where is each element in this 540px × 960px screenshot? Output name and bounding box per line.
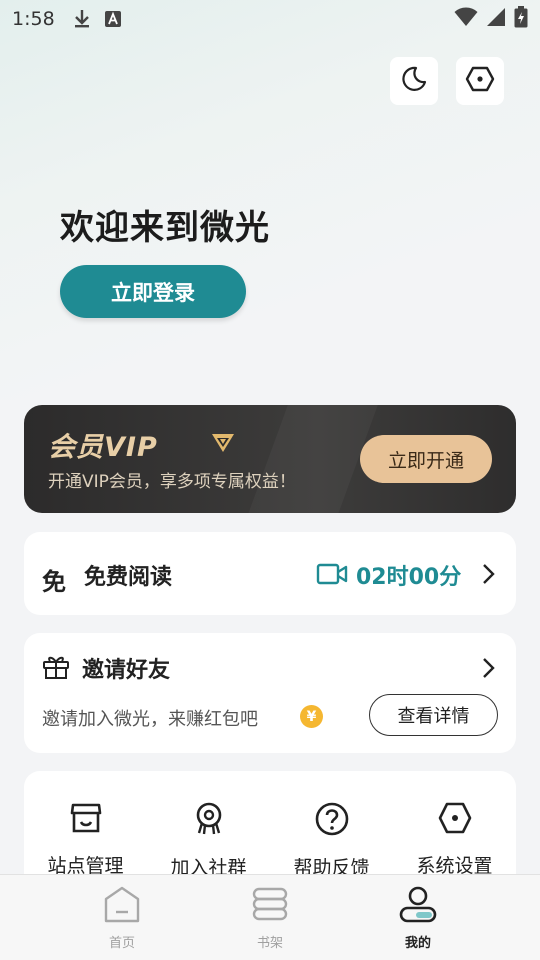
dark-mode-button[interactable] xyxy=(390,57,438,105)
view-details-button[interactable]: 查看详情 xyxy=(369,694,498,736)
vip-card[interactable]: 会员VIP 开通VIP会员，享多项专属权益！ 立即开通 xyxy=(24,405,516,513)
gift-icon xyxy=(42,654,70,684)
invite-title: 邀请好友 xyxy=(82,658,171,683)
signal-icon xyxy=(486,7,506,32)
vip-subtitle: 开通VIP会员，享多项专属权益！ xyxy=(48,472,296,492)
diamond-icon xyxy=(210,432,236,458)
profile-icon xyxy=(398,885,438,929)
invite-subtitle: 邀请加入微光，来赚红包吧 xyxy=(42,709,258,730)
font-app-icon xyxy=(104,11,121,27)
coin-icon: ¥ xyxy=(300,705,323,728)
moon-icon xyxy=(400,65,428,97)
status-time: 1:58 xyxy=(12,8,55,30)
wifi-icon xyxy=(454,7,478,32)
bottom-navigation: 首页 书架 我的 xyxy=(0,874,540,960)
invite-card[interactable]: 邀请好友 邀请加入微光，来赚红包吧 ¥ 查看详情 xyxy=(24,633,516,753)
video-icon xyxy=(316,562,348,590)
free-read-title: 免费阅读 xyxy=(84,565,173,590)
nav-item-bookshelf[interactable]: 书架 xyxy=(220,885,320,955)
vip-title: 会员VIP xyxy=(48,432,158,463)
battery-icon xyxy=(514,5,528,33)
nav-item-profile[interactable]: 我的 xyxy=(368,885,468,955)
home-icon xyxy=(102,885,142,929)
login-button[interactable]: 立即登录 xyxy=(60,265,246,318)
help-icon xyxy=(314,801,350,841)
store-icon xyxy=(69,801,103,839)
settings-button[interactable] xyxy=(456,57,504,105)
nav-item-home[interactable]: 首页 xyxy=(72,885,172,955)
free-read-time: 02时00分 xyxy=(356,565,462,590)
download-icon xyxy=(73,9,91,29)
community-icon xyxy=(191,801,227,841)
nav-label: 我的 xyxy=(404,936,431,951)
bookshelf-icon xyxy=(250,885,290,929)
welcome-title: 欢迎来到微光 xyxy=(60,208,270,248)
chevron-right-icon xyxy=(480,562,496,590)
free-read-card[interactable]: 免 免费阅读 02时00分 xyxy=(24,532,516,615)
nav-label: 首页 xyxy=(108,936,135,951)
nav-label: 书架 xyxy=(256,936,283,951)
status-bar: 1:58 xyxy=(0,0,540,38)
chevron-right-icon xyxy=(480,656,496,684)
free-badge-icon: 免 xyxy=(42,568,66,596)
settings-icon xyxy=(437,801,473,839)
hexagon-settings-icon xyxy=(465,65,495,97)
vip-open-button[interactable]: 立即开通 xyxy=(360,435,492,483)
